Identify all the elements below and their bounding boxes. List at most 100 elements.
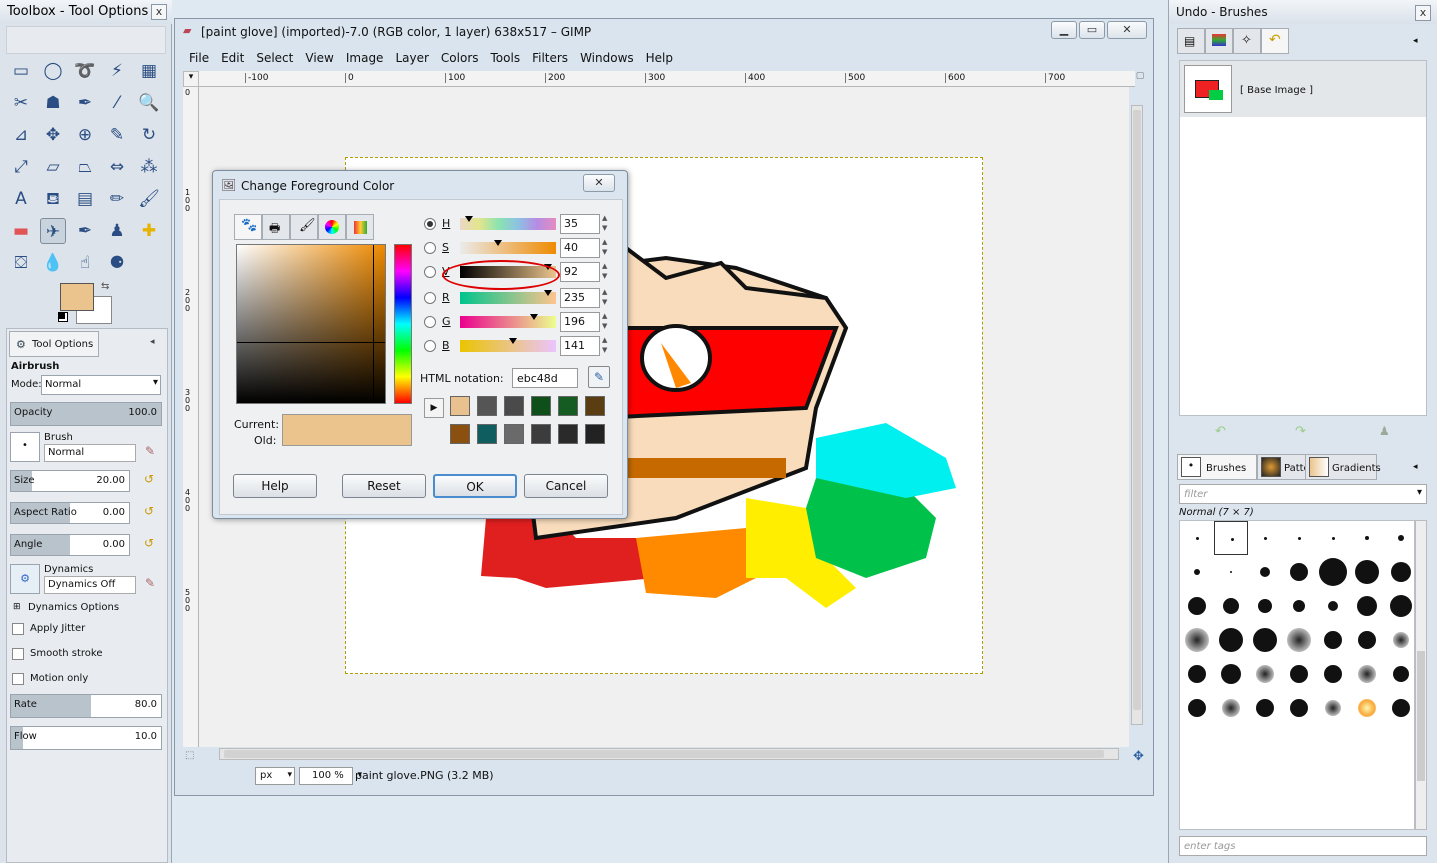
blur-tool-icon[interactable]: 💧: [40, 250, 66, 276]
motion-only-checkbox[interactable]: [12, 673, 24, 685]
edit-dynamics-icon[interactable]: ✎: [145, 576, 155, 590]
dialog-close-button[interactable]: ✕: [583, 174, 615, 192]
tab-wheel-selector[interactable]: [318, 214, 346, 240]
brush-cell[interactable]: [1180, 657, 1214, 691]
spin-arrows-icon[interactable]: ▲ ▼: [602, 335, 607, 355]
flow-slider[interactable]: Flow 10.0: [10, 726, 162, 750]
channel-radio-h[interactable]: [424, 218, 436, 230]
swap-colors-icon[interactable]: ⇆: [101, 281, 109, 292]
channel-radio-b[interactable]: [424, 340, 436, 352]
brush-cell[interactable]: [1214, 691, 1248, 725]
history-swatch[interactable]: [504, 424, 524, 444]
scale-tool-icon[interactable]: ⤢: [8, 154, 34, 180]
history-swatch[interactable]: [558, 424, 578, 444]
channel-slider-g[interactable]: [460, 314, 556, 328]
brush-cell[interactable]: [1214, 521, 1248, 555]
text-tool-icon[interactable]: A: [8, 186, 34, 212]
channel-spin-h[interactable]: 35: [560, 214, 600, 234]
channel-radio-g[interactable]: [424, 316, 436, 328]
zoom-select[interactable]: 100 % ▾: [299, 767, 362, 785]
shear-tool-icon[interactable]: ▱: [40, 154, 66, 180]
brushes-menu-icon[interactable]: ◂: [1413, 462, 1418, 472]
reset-angle-icon[interactable]: ↺: [144, 536, 154, 550]
brush-cell[interactable]: [1180, 521, 1214, 555]
channel-spin-r[interactable]: 235: [560, 288, 600, 308]
dynamics-options-expander[interactable]: Dynamics Options: [28, 602, 119, 613]
menu-select[interactable]: Select: [256, 51, 293, 65]
expander-plus-icon[interactable]: ⊞: [13, 602, 21, 612]
channel-radio-s[interactable]: [424, 242, 436, 254]
maximize-button[interactable]: ▭: [1079, 21, 1105, 39]
tab-undo-history[interactable]: ↶: [1261, 28, 1289, 54]
brush-cell[interactable]: [1316, 521, 1350, 555]
history-swatch[interactable]: [558, 396, 578, 416]
history-swatch[interactable]: [585, 396, 605, 416]
tab-paths[interactable]: ✧: [1233, 28, 1261, 54]
eyedropper-button[interactable]: ✎: [588, 366, 610, 388]
brush-cell[interactable]: [1282, 555, 1316, 589]
brush-cell[interactable]: [1282, 657, 1316, 691]
dynamics-name-field[interactable]: Dynamics Off: [44, 576, 136, 594]
brush-cell[interactable]: [1248, 521, 1282, 555]
brush-cell[interactable]: [1350, 555, 1384, 589]
move-tool-icon[interactable]: ✥: [40, 122, 66, 148]
reset-aspect-icon[interactable]: ↺: [144, 504, 154, 518]
smooth-stroke-checkbox[interactable]: [12, 648, 24, 660]
brush-cell[interactable]: [1384, 623, 1418, 657]
channel-spin-g[interactable]: 196: [560, 312, 600, 332]
hue-strip[interactable]: [394, 244, 412, 404]
rate-slider[interactable]: Rate 80.0: [10, 694, 162, 718]
brush-cell[interactable]: [1248, 589, 1282, 623]
brush-cell[interactable]: [1282, 521, 1316, 555]
brush-cell[interactable]: [1384, 691, 1418, 725]
brush-cell[interactable]: [1214, 589, 1248, 623]
brush-cell[interactable]: [1350, 623, 1384, 657]
menu-edit[interactable]: Edit: [221, 51, 244, 65]
foreground-select-tool-icon[interactable]: ☗: [40, 90, 66, 116]
history-swatch[interactable]: [477, 424, 497, 444]
aspect-ratio-slider[interactable]: Aspect Ratio 0.00: [10, 502, 130, 524]
ellipse-select-tool-icon[interactable]: ◯: [40, 58, 66, 84]
perspective-tool-icon[interactable]: ⏢: [72, 154, 98, 180]
brush-grid-scrollbar[interactable]: [1415, 520, 1427, 830]
default-colors-icon[interactable]: [58, 312, 68, 322]
brush-cell[interactable]: [1248, 555, 1282, 589]
dock-close-button[interactable]: x: [1415, 5, 1431, 21]
ink-tool-icon[interactable]: ✒: [72, 218, 98, 244]
undo-item-base-image[interactable]: [ Base Image ]: [1180, 61, 1426, 117]
brush-cell[interactable]: [1350, 691, 1384, 725]
brush-cell[interactable]: [1248, 691, 1282, 725]
scissors-tool-icon[interactable]: ✂: [8, 90, 34, 116]
panel-menu-icon[interactable]: ◂: [150, 337, 155, 347]
foreground-color-swatch[interactable]: [60, 283, 94, 311]
airbrush-tool-icon[interactable]: ✈: [40, 218, 66, 244]
tab-tool-options[interactable]: ⚙ Tool Options: [9, 331, 99, 357]
clear-undo-button[interactable]: ♟: [1379, 424, 1390, 438]
zoom-tool-icon[interactable]: 🔍: [136, 90, 162, 116]
rect-select-tool-icon[interactable]: ▭: [8, 58, 34, 84]
bucket-fill-tool-icon[interactable]: ⛾: [40, 186, 66, 212]
spin-arrows-icon[interactable]: ▲ ▼: [602, 213, 607, 233]
tags-input[interactable]: enter tags: [1179, 836, 1427, 856]
edit-brush-icon[interactable]: ✎: [145, 444, 155, 458]
opacity-slider[interactable]: Opacity 100.0: [10, 402, 162, 426]
tab-channels[interactable]: [1205, 28, 1233, 54]
align-tool-icon[interactable]: ⊕: [72, 122, 98, 148]
tab-cmyk-selector[interactable]: 🖶: [262, 214, 290, 240]
heal-tool-icon[interactable]: ✚: [136, 218, 162, 244]
unit-select[interactable]: px ▾: [255, 767, 295, 785]
apply-jitter-checkbox[interactable]: [12, 623, 24, 635]
navigate-icon[interactable]: ▢: [1133, 71, 1147, 87]
brush-cell[interactable]: [1350, 589, 1384, 623]
spin-arrows-icon[interactable]: ▲ ▼: [602, 311, 607, 331]
channel-spin-s[interactable]: 40: [560, 238, 600, 258]
ok-button[interactable]: OK: [433, 474, 517, 498]
measure-tool-icon[interactable]: ⊿: [8, 122, 34, 148]
brush-cell[interactable]: [1282, 589, 1316, 623]
brush-cell[interactable]: [1180, 691, 1214, 725]
history-expander-button[interactable]: ▶: [424, 398, 444, 418]
saturation-value-square[interactable]: [236, 244, 386, 404]
brush-cell[interactable]: [1316, 657, 1350, 691]
history-swatch[interactable]: [450, 396, 470, 416]
ruler-corner[interactable]: ▾: [183, 71, 199, 87]
